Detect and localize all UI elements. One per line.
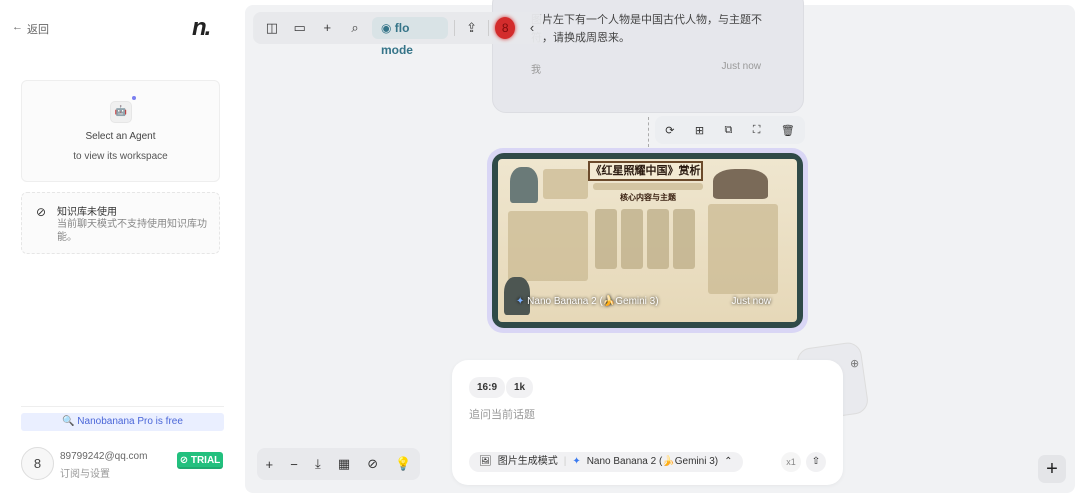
duplicate-icon[interactable]: ⧉ (724, 124, 732, 137)
generated-image: 《红星照耀中国》赏析 核心内容与主题 ✦ Nano Banana 2 (🍌Gem… (492, 153, 803, 328)
trial-badge[interactable]: ⊘ TRIAL (177, 452, 223, 469)
flo-mode-button[interactable]: ◉ flo mode (371, 17, 448, 57)
logo: n. (192, 14, 211, 41)
sidebar-toggle-icon[interactable]: ◫ (261, 16, 283, 40)
share-icon[interactable]: ⇪ (461, 16, 483, 40)
kb-title: 知识库未使用 (57, 207, 117, 218)
connector-line (648, 117, 649, 147)
divider (21, 406, 224, 407)
top-toolbar: ◫ ▭ + ⌕ ◉ flo mode ⇪ 8 ‹ (253, 12, 543, 57)
panel (595, 209, 617, 269)
plus-icon[interactable]: + (316, 16, 338, 40)
aspect-ratio-chip[interactable]: 16:9 (469, 377, 506, 398)
plus-icon: + (1046, 458, 1058, 480)
download-icon[interactable]: ⤓ (315, 456, 321, 472)
poster-title: 《红星照耀中国》赏析 (588, 161, 703, 181)
chevron-up-icon: ⌃ (724, 456, 733, 467)
panel (647, 209, 669, 269)
add-circle-icon[interactable]: ⊕ (850, 357, 859, 370)
agent-subtitle: to view its workspace (73, 151, 168, 162)
lightbulb-icon[interactable]: 💡 (395, 456, 411, 472)
panel (621, 209, 643, 269)
message-text: 图片左下有一个人物是中国古代人物，与主题不符，请换成周恩来。 (531, 14, 762, 44)
zoom-in-icon[interactable]: + (266, 457, 274, 472)
image-icon: 🖼 (479, 456, 492, 467)
user-email: 89799242@qq.com (60, 451, 148, 462)
composer: 16:9 1k 追问当前话题 🖼 图片生成模式 | ✦ Nano Banana … (452, 360, 843, 485)
image-time: Just now (731, 296, 771, 307)
count-selector[interactable]: x1 (781, 452, 801, 472)
status-dot (132, 96, 136, 100)
promo-banner[interactable]: 🔍 Nanobanana Pro is free (21, 413, 224, 431)
upload-icon[interactable]: ⇧ (806, 452, 826, 472)
knowledge-base-card: ⊘ 知识库未使用 当前聊天模式不支持使用知识库功能。 (21, 192, 220, 254)
model-caption: ✦ Nano Banana 2 (🍌Gemini 3) (516, 296, 659, 307)
fullscreen-icon[interactable]: ⛶ (753, 124, 761, 137)
message-time: Just now (721, 61, 761, 72)
settings-link[interactable]: 订阅与设置 (60, 465, 110, 480)
avatar[interactable]: 8 (21, 447, 54, 480)
model-label: Nano Banana 2 (🍌Gemini 3) (586, 456, 719, 467)
image-actions: ⟳ ⊞ ⧉ ⛶ 🗑 (655, 116, 805, 144)
kb-description: 当前聊天模式不支持使用知识库功能。 (57, 219, 207, 243)
grid-icon[interactable]: ▦ (338, 456, 350, 472)
separator: | (563, 456, 567, 467)
ban-icon: ⊘ (36, 205, 47, 219)
text-block (508, 211, 588, 281)
chat-icon[interactable]: ▭ (289, 16, 311, 40)
trash-icon[interactable]: 🗑 (781, 124, 795, 137)
poster-subtitle: 核心内容与主题 (620, 193, 676, 202)
add-frame-icon[interactable]: ⊞ (695, 124, 704, 137)
arrow-left-icon: ← (12, 21, 23, 33)
sparkle-icon: ✦ (572, 456, 581, 467)
prompt-input[interactable]: 追问当前话题 (469, 406, 535, 422)
portrait (510, 167, 538, 203)
robot-icon: 🤖 (110, 101, 132, 123)
text-block (543, 169, 588, 199)
separator (488, 20, 490, 36)
mode-label: 图片生成模式 (497, 456, 558, 467)
back-button[interactable]: ← 返回 (12, 21, 49, 37)
mode-selector[interactable]: 🖼 图片生成模式 | ✦ Nano Banana 2 (🍌Gemini 3) ⌃ (469, 452, 743, 472)
chevron-left-icon[interactable]: ‹ (521, 16, 543, 40)
generated-image-card[interactable]: 《红星照耀中国》赏析 核心内容与主题 ✦ Nano Banana 2 (🍌Gem… (487, 148, 808, 333)
resolution-chip[interactable]: 1k (506, 377, 534, 398)
zoom-out-icon[interactable]: − (290, 457, 298, 472)
regenerate-icon[interactable]: ⟳ (665, 124, 674, 137)
separator (453, 20, 455, 36)
sidebar: ← 返回 n. 🤖 Select an Agent to view its wor… (0, 0, 245, 498)
message-sender: 我 (531, 65, 541, 76)
text-block (593, 183, 703, 190)
illustration (713, 169, 768, 199)
agent-card[interactable]: 🤖 Select an Agent to view its workspace (21, 80, 220, 182)
agent-title: Select an Agent (85, 131, 156, 142)
eye-icon: ◉ (380, 21, 395, 35)
search-icon[interactable]: ⌕ (344, 16, 366, 40)
panel (673, 209, 695, 269)
canvas-toolbar: + − ⤓ ▦ ⊘ 💡 (257, 448, 420, 480)
add-button[interactable]: + (1038, 455, 1066, 483)
notification-badge[interactable]: 8 (495, 17, 516, 39)
sparkle-icon: ✦ (516, 296, 528, 307)
compass-icon[interactable]: ⊘ (367, 456, 378, 472)
text-block (708, 204, 778, 294)
